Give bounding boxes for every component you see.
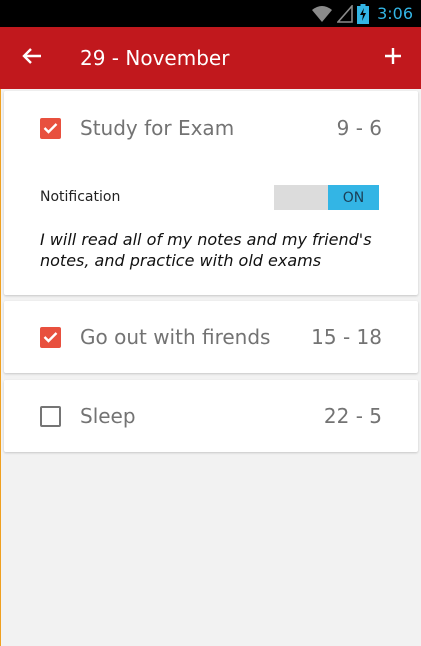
checkmark-icon bbox=[43, 119, 58, 138]
task-checkbox[interactable] bbox=[40, 117, 61, 139]
status-bar: 3:06 bbox=[0, 0, 421, 27]
task-row[interactable]: Sleep 22 - 5 bbox=[4, 380, 418, 452]
status-time: 3:06 bbox=[377, 4, 413, 23]
task-card[interactable]: Sleep 22 - 5 bbox=[4, 380, 418, 452]
notification-row: Notification ON bbox=[4, 183, 418, 223]
task-checkbox[interactable] bbox=[40, 405, 61, 427]
task-row[interactable]: Study for Exam 9 - 6 bbox=[4, 91, 418, 165]
page-title: 29 - November bbox=[80, 46, 230, 70]
task-time: 22 - 5 bbox=[323, 404, 382, 428]
task-row[interactable]: Go out with firends 15 - 18 bbox=[4, 301, 418, 373]
arrow-left-icon bbox=[22, 47, 42, 69]
notification-label: Notification bbox=[40, 189, 121, 205]
task-name: Study for Exam bbox=[80, 116, 235, 140]
window-edge bbox=[0, 89, 1, 646]
task-checkbox[interactable] bbox=[40, 326, 61, 348]
notification-toggle[interactable]: ON bbox=[274, 185, 379, 210]
back-button[interactable] bbox=[0, 27, 64, 89]
plus-icon bbox=[384, 47, 402, 69]
wifi-icon bbox=[311, 5, 333, 23]
toggle-on-label: ON bbox=[328, 185, 379, 210]
task-card[interactable]: Go out with firends 15 - 18 bbox=[4, 301, 418, 373]
battery-charging-icon bbox=[357, 3, 370, 24]
task-time: 15 - 18 bbox=[311, 325, 382, 349]
checkmark-icon bbox=[43, 328, 58, 347]
task-card[interactable]: Study for Exam 9 - 6 Notification ON I w… bbox=[4, 91, 418, 295]
task-time: 9 - 6 bbox=[336, 116, 382, 140]
signal-icon bbox=[337, 4, 353, 23]
task-description: I will read all of my notes and my frien… bbox=[40, 230, 372, 270]
add-task-button[interactable] bbox=[365, 27, 421, 89]
task-name: Sleep bbox=[80, 404, 136, 428]
task-name: Go out with firends bbox=[80, 325, 271, 349]
app-bar: 29 - November bbox=[0, 27, 421, 89]
